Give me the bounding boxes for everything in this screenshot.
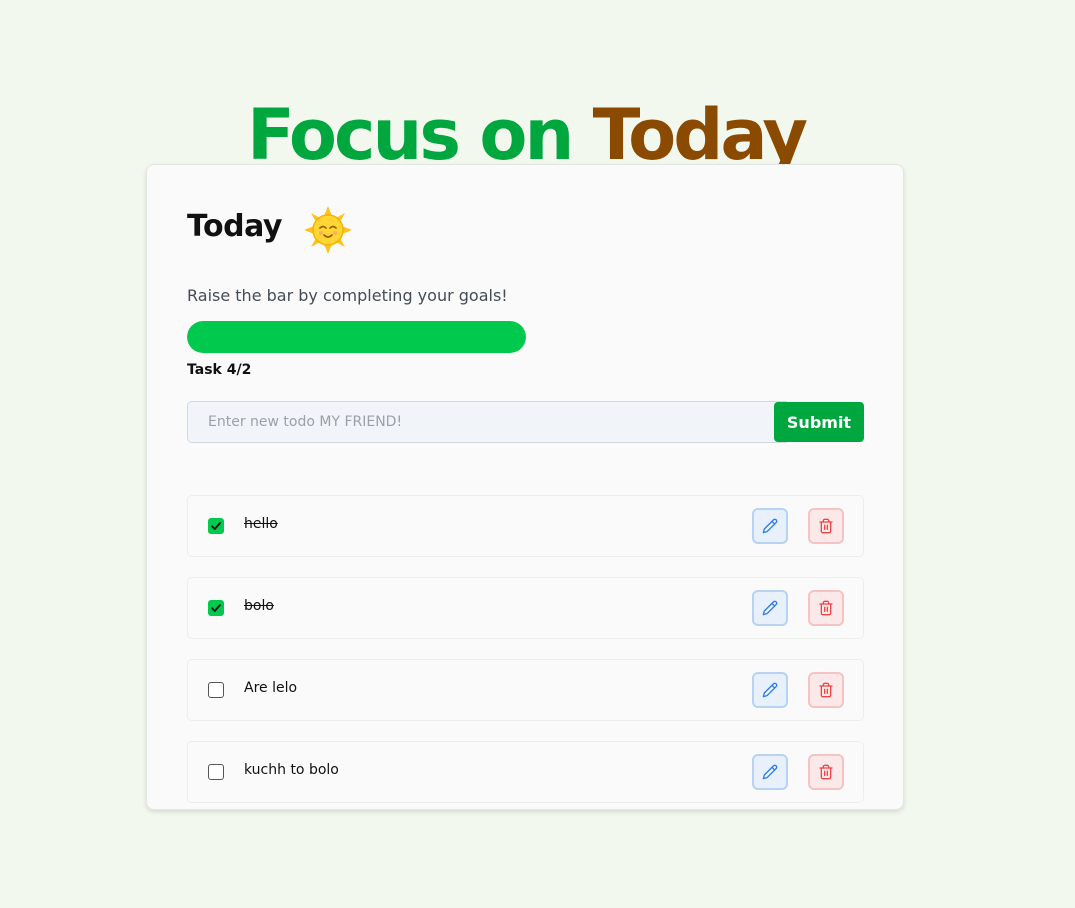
edit-button[interactable] [752,508,788,544]
edit-button[interactable] [752,672,788,708]
todo-checkbox[interactable] [208,600,224,616]
todo-item: hello [187,495,864,557]
todo-checkbox[interactable] [208,518,224,534]
checkmark-icon [211,522,221,530]
trash-icon [819,764,833,780]
todo-text: hello [244,516,278,532]
delete-button[interactable] [808,754,844,790]
todo-form: Submit [187,401,864,443]
delete-button[interactable] [808,672,844,708]
pencil-icon [762,518,778,534]
task-count: Task 4/2 [187,362,252,378]
delete-button[interactable] [808,590,844,626]
trash-icon [819,682,833,698]
todo-item: bolo [187,577,864,639]
todo-checkbox[interactable] [208,764,224,780]
checkmark-icon [211,604,221,612]
todo-checkbox[interactable] [208,682,224,698]
progress-bar-fill [187,321,526,353]
progress-bar [187,321,526,353]
edit-button[interactable] [752,754,788,790]
todo-card: Today Raise the bar by completing your g… [146,164,904,810]
todo-text: bolo [244,598,274,614]
card-heading: Today [187,209,282,244]
delete-button[interactable] [808,508,844,544]
pencil-icon [762,682,778,698]
edit-button[interactable] [752,590,788,626]
trash-icon [819,600,833,616]
todo-input[interactable] [187,401,787,443]
trash-icon [819,518,833,534]
todo-item: Are lelo [187,659,864,721]
submit-button[interactable]: Submit [774,402,864,442]
todo-text: kuchh to bolo [244,762,339,778]
todo-list: hello bolo Are lelo kuchh to bolo [187,495,864,809]
pencil-icon [762,600,778,616]
todo-item: kuchh to bolo [187,741,864,803]
sun-icon [304,206,352,254]
todo-text: Are lelo [244,680,298,696]
pencil-icon [762,764,778,780]
card-subtitle: Raise the bar by completing your goals! [187,286,508,305]
